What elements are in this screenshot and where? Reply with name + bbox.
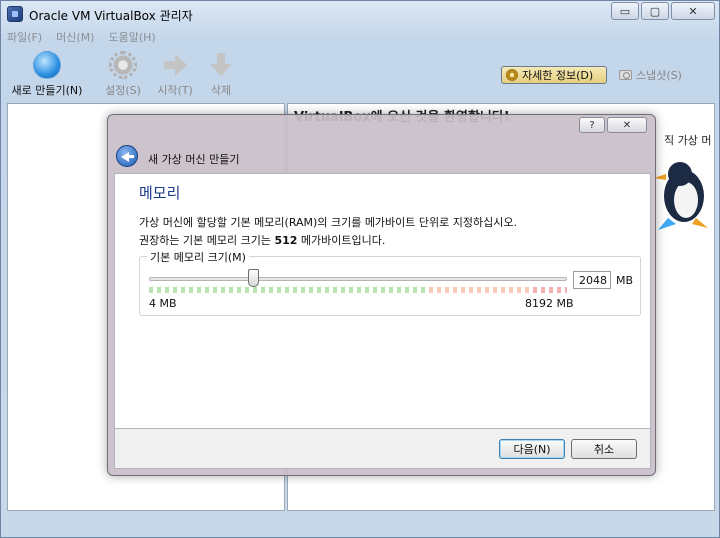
slider-min-label: 4 MB [149, 297, 177, 310]
memory-description: 가상 머신에 할당할 기본 메모리(RAM)의 크기를 메가바이트 단위로 지정… [139, 216, 517, 229]
virtualbox-app-icon [7, 6, 23, 22]
memory-size-input[interactable] [573, 271, 611, 289]
snapshots-button[interactable]: 스냅샷(S) [619, 66, 682, 84]
menu-machine[interactable]: 머신(M) [56, 29, 94, 45]
delete-label: 삭제 [210, 84, 232, 97]
gear-icon [109, 51, 137, 79]
welcome-trailing-text: 직 가상 머 [664, 134, 712, 147]
recommended-memory-text: 권장하는 기본 메모리 크기는 512 메가바이트입니다. [139, 232, 385, 248]
wizard-title: 새 가상 머신 만들기 [148, 153, 240, 166]
wizard-footer: 다음(N) 취소 [114, 429, 651, 469]
recommended-prefix: 권장하는 기본 메모리 크기는 [139, 234, 275, 247]
title-bar: Oracle VM VirtualBox 관리자 ▭ ▢ ✕ [1, 1, 720, 27]
delete-arrow-icon [207, 51, 235, 79]
wizard-controls: ? ✕ [579, 117, 647, 133]
slider-max-label: 8192 MB [525, 297, 574, 310]
details-gear-icon [506, 69, 518, 81]
menu-help[interactable]: 도움말(H) [108, 29, 155, 45]
back-arrow-icon[interactable] [116, 145, 138, 167]
window-controls: ▭ ▢ ✕ [611, 2, 715, 20]
wizard-body: 메모리 가상 머신에 할당할 기본 메모리(RAM)의 크기를 메가바이트 단위… [114, 173, 651, 429]
memory-slider-track[interactable] [149, 277, 567, 281]
details-label: 자세한 정보(D) [522, 69, 594, 82]
details-button[interactable]: 자세한 정보(D) [501, 66, 607, 84]
menu-file[interactable]: 파일(F) [7, 29, 42, 45]
recommended-value: 512 [274, 234, 298, 247]
toolbar: 새로 만들기(N) 설정(S) 시작(T) 삭제 [7, 51, 715, 101]
new-vm-button[interactable]: 새로 만들기(N) [7, 51, 87, 98]
section-title: 메모리 [139, 184, 181, 202]
recommended-suffix: 메가바이트입니다. [297, 234, 386, 247]
minimize-button[interactable]: ▭ [611, 2, 639, 20]
close-button[interactable]: ✕ [671, 2, 715, 20]
snapshots-label: 스냅샷(S) [636, 69, 682, 82]
cancel-button[interactable]: 취소 [571, 439, 637, 459]
next-button[interactable]: 다음(N) [499, 439, 565, 459]
maximize-button[interactable]: ▢ [641, 2, 669, 20]
new-vm-wizard-dialog: ? ✕ 새 가상 머신 만들기 메모리 가상 머신에 할당할 기본 메모리(RA… [107, 114, 656, 476]
new-vm-icon [33, 51, 61, 79]
wizard-close-button[interactable]: ✕ [607, 117, 647, 133]
window-title: Oracle VM VirtualBox 관리자 [29, 9, 193, 23]
camera-icon [619, 70, 632, 80]
menu-bar: 파일(F) 머신(M) 도움말(H) [7, 29, 156, 45]
memory-slider-thumb[interactable] [248, 269, 259, 287]
new-vm-label: 새로 만들기(N) [11, 84, 83, 97]
memory-unit-label: MB [616, 274, 634, 287]
wizard-help-button[interactable]: ? [579, 117, 605, 133]
memory-size-label: 기본 메모리 크기(M) [147, 249, 249, 265]
memory-slider-ticks [149, 287, 567, 293]
penguin-illustration [654, 162, 708, 230]
delete-button[interactable]: 삭제 [181, 51, 261, 98]
